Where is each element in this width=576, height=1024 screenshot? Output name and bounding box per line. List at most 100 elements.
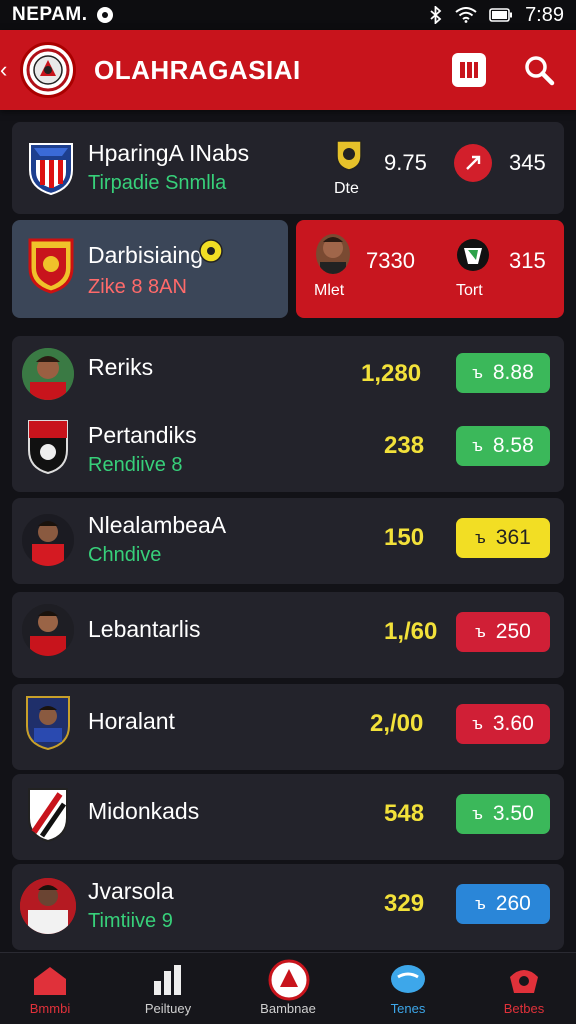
odds-button[interactable]: ъ 8.88 [456,353,550,393]
list-item[interactable]: Lebantarlis 1,/60 ъ 250 [12,592,564,678]
nav-item-tenes[interactable]: Tenes [358,953,458,1024]
odds-icon: ъ [475,622,486,641]
nav-item-stats[interactable]: Peiltuey [118,953,218,1024]
status-time: 7:89 [525,3,564,26]
arrow-icon [466,155,481,170]
page-title: OLAHRAGASIAI [94,54,301,85]
status-bar: NEPAM. 7:89 [0,0,576,30]
odds-icon: ъ [472,363,483,382]
shield-icon [336,140,362,171]
search-icon [525,56,555,86]
nav-label: Peiltuey [144,1001,192,1016]
nav-label: Bmmbi [29,1001,71,1016]
mini-label: Dte [334,180,359,197]
ranking-group-card: Reriks 1,280 ъ 8.88 Pertandiks Rendiive … [12,336,564,492]
list-item[interactable]: Pertandiks Rendiive 8 238 ъ 8.58 [12,410,564,490]
odds-button[interactable]: ъ 361 [456,518,550,558]
player-label: Mlet [314,282,345,299]
match-score: 9.75 [384,150,427,175]
list-item[interactable]: Midonkads 548 ъ 3.50 [12,774,564,860]
team-points: 548 [384,800,425,827]
odds-button[interactable]: ъ 3.50 [456,794,550,834]
team-points: 238 [384,432,425,459]
back-chevron-icon[interactable]: ‹ [0,57,14,83]
odds-icon: ъ [472,436,483,455]
odds-button[interactable]: ъ 8.58 [456,426,550,466]
player-name: Lebantarlis [88,616,201,642]
odds-icon: ъ [472,804,483,823]
player-points: 150 [384,524,425,551]
odds-value: 361 [495,526,531,549]
wifi-icon [455,7,477,23]
team-name: Midonkads [88,798,200,824]
player-subtitle: Chndive [88,544,162,566]
app-header: ‹ OLAHRAGASIAI [0,30,576,110]
home-icon [34,967,66,995]
odds-icon: ъ [475,528,486,547]
app-logo [20,42,76,98]
player-avatar [316,234,350,274]
team-name: HparingA INabs [88,140,250,166]
player-name: NlealambeaA [88,512,227,538]
team-subtitle: Rendiive 8 [88,454,183,476]
nav-item-center[interactable]: Bambnae [238,953,338,1024]
player-points: 2,/00 [370,710,424,737]
team-crest-icon [28,238,74,294]
bluetooth-icon [430,6,442,24]
team-crest-icon [28,420,68,475]
list-item[interactable]: Horalant 2,/00 ъ 3.60 [12,684,564,770]
team-name: Darbisiaing [88,242,204,268]
team-subtitle: Zike 8 8AN [88,276,187,298]
player-points: 329 [384,890,425,917]
player-points: 1,/60 [384,618,438,645]
player-avatar [22,348,74,400]
odds-value: 3.60 [492,712,534,735]
notification-icon [97,7,114,23]
team-name: Pertandiks [88,422,197,448]
search-button[interactable] [522,53,556,87]
match-value: 345 [509,150,546,175]
odds-button[interactable]: ъ 3.60 [456,704,550,744]
nav-label: Bambnae [260,1001,316,1016]
featured-match-card[interactable]: HparingA INabs Tirpadie Snmlla Dte 9.75 … [12,122,564,214]
nav-label: Tenes [390,1001,426,1016]
list-item[interactable]: Reriks 1,280 ъ 8.88 [12,336,564,408]
player-score: 7330 [366,248,415,273]
list-item[interactable]: Jvarsola Timtiive 9 329 ъ 260 [12,864,564,950]
ball-icon [199,239,223,263]
player-points: 1,280 [361,360,422,387]
player-avatar [20,878,76,934]
bar-chart-icon [154,965,181,995]
nav-label: Betbes [503,1001,545,1016]
team-card-left[interactable]: Darbisiaing Zike 8 8AN [12,220,288,318]
carrier-name: NEPAM. [12,4,88,25]
nav-item-betbes[interactable]: Betbes [474,953,574,1024]
odds-value: 3.50 [492,802,534,825]
odds-value: 8.58 [492,434,534,457]
bottom-navigation: Bmmbi Peiltuey Bambnae Tenes Betbes [0,952,576,1024]
battery-icon [489,8,513,22]
odds-value: 250 [495,620,531,643]
chat-icon [391,965,425,993]
menu-button[interactable] [452,53,486,87]
player-subtitle: Timtiive 9 [88,910,173,932]
player-avatar [22,604,74,656]
team-subtitle: Tirpadie Snmlla [88,172,227,194]
player-avatar [26,696,70,751]
club-logo-icon [268,959,310,1001]
player-card-right[interactable]: Mlet 7330 Tort 315 [296,220,564,318]
bet-icon [510,970,538,993]
team-crest-icon [29,143,73,196]
odds-button[interactable]: ъ 250 [456,612,550,652]
odds-icon: ъ [475,894,486,913]
odds-button[interactable]: ъ 260 [456,884,550,924]
club-crest-icon [26,48,70,92]
player-name: Reriks [88,354,154,380]
status-icons: 7:89 [429,4,564,27]
player-name: Jvarsola [88,878,174,904]
player-value: 315 [509,248,546,273]
nav-item-home[interactable]: Bmmbi [0,953,100,1024]
list-item[interactable]: NlealambeaA Chndive 150 ъ 361 [12,498,564,584]
live-button[interactable] [454,144,492,182]
player-name: Horalant [88,708,175,734]
